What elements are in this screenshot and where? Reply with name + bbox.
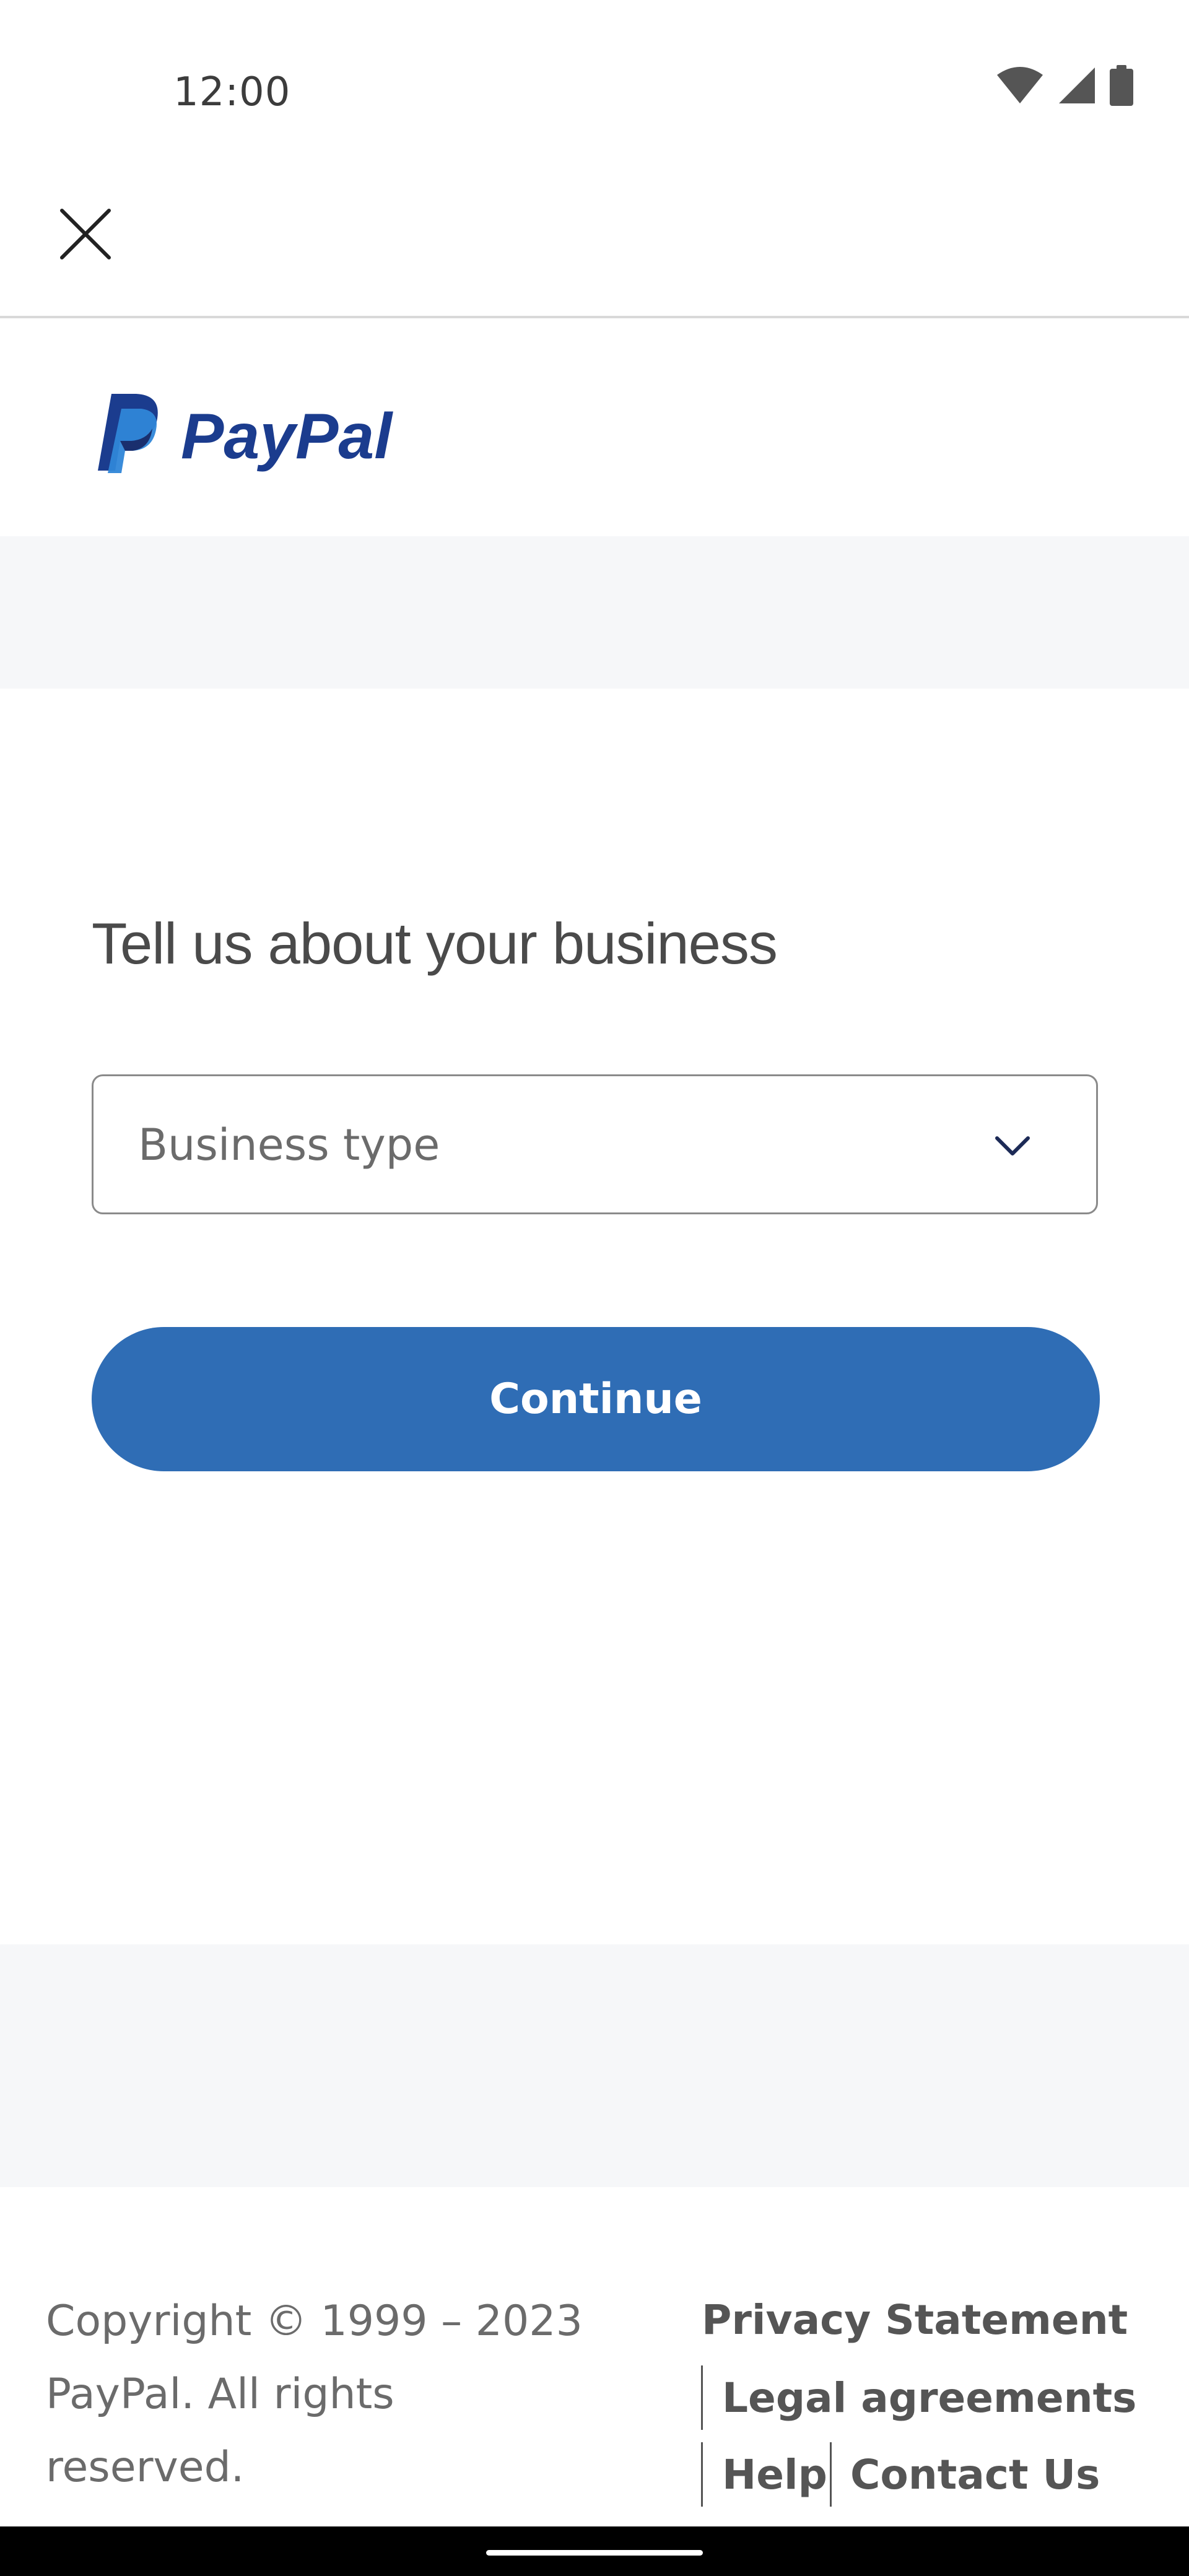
chevron-down-icon (995, 1136, 1030, 1155)
copyright-line: Copyright © 1999 – 2023 (46, 2297, 583, 2346)
legal-agreements-link[interactable]: Legal agreements (722, 2374, 1136, 2422)
close-button[interactable] (50, 198, 124, 272)
status-icons (996, 65, 1133, 106)
battery-icon (1110, 65, 1133, 106)
top-gray-band (0, 536, 1189, 689)
screen: 12:00 PayPal Tell us about your business… (0, 0, 1189, 2576)
cellular-signal-icon (1059, 67, 1095, 103)
copyright-line: PayPal. All rights (46, 2370, 394, 2419)
footer-separator (830, 2442, 832, 2507)
contact-us-link[interactable]: Contact Us (850, 2451, 1100, 2499)
copyright-text: Copyright © 1999 – 2023 PayPal. All righ… (46, 2285, 603, 2504)
header-divider (0, 316, 1189, 318)
logo-wordmark: PayPal (181, 401, 393, 472)
help-link[interactable]: Help (722, 2451, 827, 2499)
continue-button[interactable]: Continue (92, 1327, 1100, 1471)
footer-separator (701, 2442, 703, 2507)
paypal-logo: PayPal (93, 390, 464, 477)
close-icon (60, 209, 111, 259)
business-type-select[interactable]: Business type (92, 1074, 1098, 1214)
copyright-line: reserved. (46, 2443, 245, 2492)
status-time: 12:00 (173, 69, 291, 115)
business-type-placeholder: Business type (138, 1120, 440, 1170)
footer-separator (701, 2365, 703, 2430)
bottom-gray-band (0, 1944, 1189, 2187)
home-gesture-handle[interactable] (486, 2550, 703, 2556)
privacy-statement-link[interactable]: Privacy Statement (702, 2296, 1128, 2344)
wifi-icon (997, 67, 1043, 103)
page-heading: Tell us about your business (92, 911, 778, 976)
